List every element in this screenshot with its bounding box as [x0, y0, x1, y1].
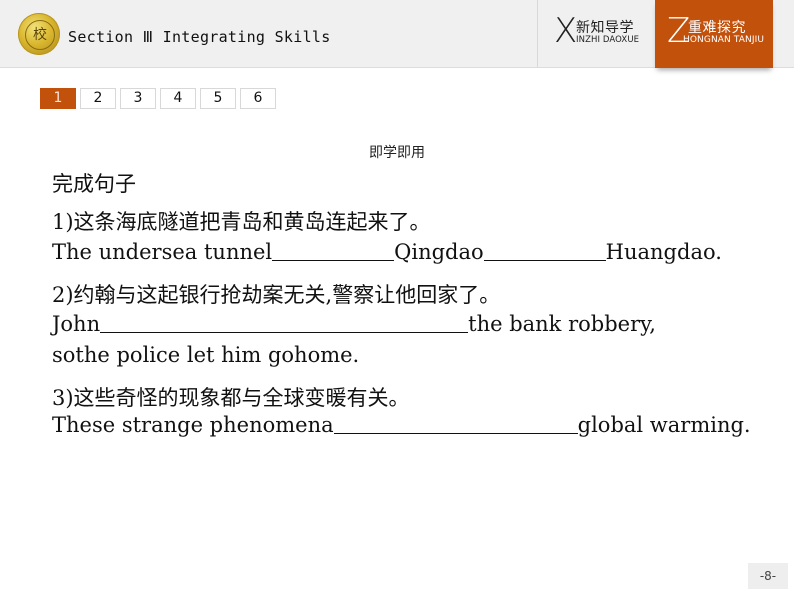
answer-blank[interactable]	[100, 312, 469, 333]
item-1-english: The undersea tunnel Qingdao Huangdao.	[52, 240, 722, 264]
text-fragment: the bank robbery,	[468, 312, 656, 336]
nav-divider	[537, 0, 538, 67]
text-fragment: The undersea tunnel	[52, 240, 273, 264]
page-button-3[interactable]: 3	[120, 88, 156, 109]
school-logo: 校	[18, 13, 60, 55]
page-button-4[interactable]: 4	[160, 88, 196, 109]
nav-tab-xinzhi-daoxue[interactable]: X 新知导学 INZHI DAOXUE	[540, 0, 655, 67]
nav-tab-letter: X	[554, 11, 578, 51]
item-2-english-continued: sothe police let him gohome.	[52, 343, 360, 367]
page-selector: 1 2 3 4 5 6	[40, 88, 280, 109]
nav-tab-en-label: HONGNAN TANJIU	[683, 35, 765, 45]
section-title: Section Ⅲ Integrating Skills	[68, 28, 331, 46]
page-button-1[interactable]: 1	[40, 88, 76, 109]
answer-blank[interactable]	[333, 413, 578, 434]
logo-emblem-icon: 校	[25, 20, 55, 50]
item-3-chinese: 3)这些奇怪的现象都与全球变暖有关。	[52, 386, 410, 410]
text-fragment: global warming.	[577, 413, 751, 437]
item-2-chinese: 2)约翰与这起银行抢劫案无关,警察让他回家了。	[52, 283, 501, 307]
text-fragment: John	[52, 312, 101, 336]
item-3-english: These strange phenomena global warming.	[52, 413, 751, 437]
page-button-5[interactable]: 5	[200, 88, 236, 109]
text-fragment: Qingdao	[394, 240, 484, 264]
answer-blank[interactable]	[272, 240, 395, 261]
item-1-chinese: 1)这条海底隧道把青岛和黄岛连起来了。	[52, 210, 431, 234]
text-fragment: These strange phenomena	[52, 413, 334, 437]
page-button-2[interactable]: 2	[80, 88, 116, 109]
page-button-6[interactable]: 6	[240, 88, 276, 109]
nav-tab-en-label: INZHI DAOXUE	[576, 35, 640, 45]
exercise-subtitle: 即学即用	[369, 145, 425, 161]
header-bar: 校 Section Ⅲ Integrating Skills X 新知导学 IN…	[0, 0, 794, 68]
nav-tab-cn-label: 新知导学	[576, 20, 634, 36]
answer-blank[interactable]	[483, 240, 606, 261]
text-fragment: Huangdao.	[605, 240, 722, 264]
exercise-heading: 完成句子	[52, 172, 136, 196]
item-2-english: John the bank robbery,	[52, 312, 656, 336]
nav-tab-zhongnan-tanjiu[interactable]: Z 重难探究 HONGNAN TANJIU	[655, 0, 773, 68]
slide-page-number: -8-	[748, 563, 788, 589]
nav-tab-cn-label: 重难探究	[688, 20, 746, 36]
